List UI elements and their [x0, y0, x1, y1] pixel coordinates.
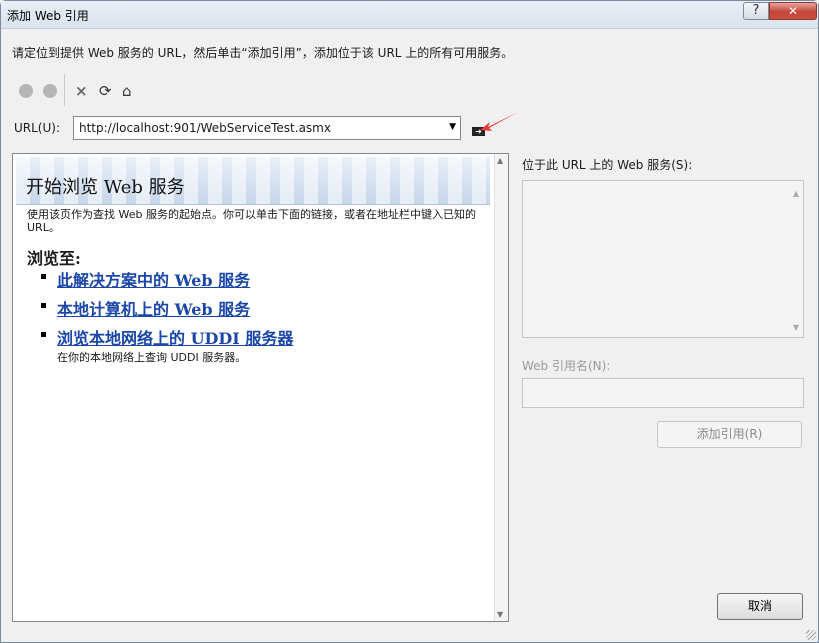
- url-input[interactable]: http://localhost:901/WebServiceTest.asmx: [79, 121, 331, 135]
- instruction-text: 请定位到提供 Web 服务的 URL，然后单击“添加引用”，添加位于该 URL …: [12, 46, 514, 60]
- cancel-button[interactable]: 取消: [717, 593, 803, 620]
- scroll-up-icon[interactable]: ▲: [497, 156, 503, 165]
- link-local-machine-services[interactable]: 本地计算机上的 Web 服务: [57, 296, 250, 320]
- add-reference-button[interactable]: 添加引用(R): [657, 421, 802, 448]
- toolbar-separator: [64, 74, 65, 106]
- close-button[interactable]: ✕: [769, 2, 817, 20]
- web-reference-name-label: Web 引用名(N):: [522, 359, 611, 373]
- banner-title: 开始浏览 Web 服务: [26, 177, 185, 198]
- url-label: URL(U):: [14, 121, 60, 135]
- link-description: 在你的本地网络上查询 UDDI 服务器。: [57, 351, 247, 364]
- bullet-icon: [41, 274, 46, 279]
- back-icon[interactable]: [19, 84, 33, 98]
- bullet-icon: [41, 332, 46, 337]
- scroll-up-icon[interactable]: ▲: [793, 189, 799, 198]
- refresh-icon[interactable]: ⟳: [99, 82, 112, 100]
- window-title: 添加 Web 引用: [7, 9, 89, 23]
- web-reference-name-input[interactable]: [522, 378, 804, 408]
- annotation-arrow-icon: [480, 112, 518, 131]
- forward-icon[interactable]: [43, 84, 57, 98]
- resize-grip-icon[interactable]: [806, 630, 816, 640]
- vertical-scrollbar[interactable]: ▲ ▼: [494, 154, 508, 621]
- dropdown-arrow-icon[interactable]: ▼: [449, 122, 456, 132]
- scroll-down-icon[interactable]: ▼: [793, 323, 799, 332]
- home-icon[interactable]: ⌂: [122, 82, 132, 100]
- banner: 开始浏览 Web 服务: [16, 157, 490, 205]
- link-uddi-servers[interactable]: 浏览本地网络上的 UDDI 服务器: [57, 325, 293, 349]
- services-list[interactable]: ▲ ▼: [522, 180, 804, 338]
- url-combobox[interactable]: http://localhost:901/WebServiceTest.asmx…: [73, 116, 461, 140]
- title-bar: 添加 Web 引用 ? ✕: [1, 1, 818, 29]
- scroll-down-icon[interactable]: ▼: [497, 610, 503, 619]
- browse-heading: 浏览至:: [27, 249, 81, 268]
- help-button[interactable]: ?: [743, 2, 769, 20]
- web-browser-pane: 开始浏览 Web 服务 使用该页作为查找 Web 服务的起始点。你可以单击下面的…: [12, 153, 509, 622]
- services-label: 位于此 URL 上的 Web 服务(S):: [522, 158, 693, 172]
- stop-icon[interactable]: ×: [75, 82, 88, 100]
- link-solution-services[interactable]: 此解决方案中的 Web 服务: [57, 267, 250, 291]
- bullet-icon: [41, 303, 46, 308]
- intro-text: 使用该页作为查找 Web 服务的起始点。你可以单击下面的链接，或者在地址栏中键入…: [27, 208, 476, 234]
